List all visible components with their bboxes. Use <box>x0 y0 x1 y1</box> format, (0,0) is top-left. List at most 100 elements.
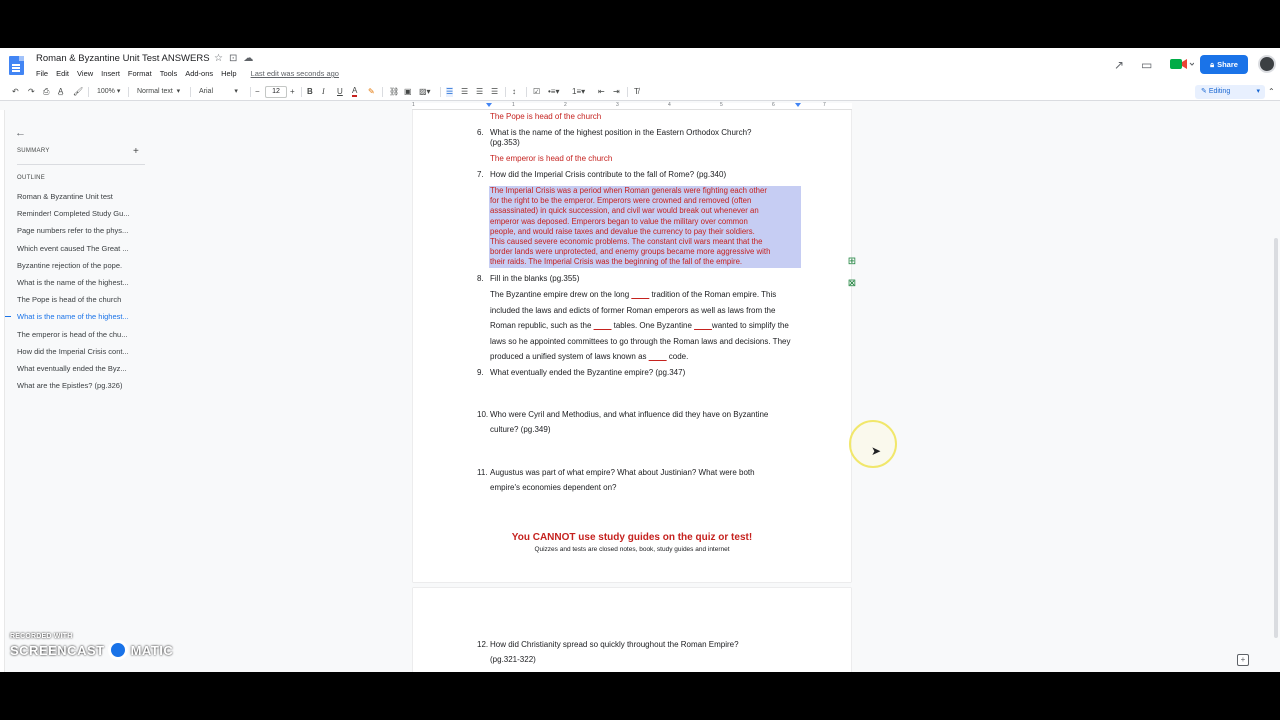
screencast-logo-icon <box>107 640 128 660</box>
outline-item[interactable]: What eventually ended the Byz... <box>17 364 141 373</box>
answer-line: The Imperial Crisis was a period when Ro… <box>490 186 767 195</box>
document-page[interactable]: The Pope is head of the church 6. What i… <box>413 110 851 582</box>
checklist-icon[interactable]: ☑ <box>533 87 540 97</box>
bold-icon[interactable]: B <box>307 87 313 97</box>
q8-number: 8. <box>477 274 484 283</box>
suggest-edits-icon[interactable]: ⊠ <box>846 278 858 290</box>
text-color-icon[interactable]: A <box>352 87 358 97</box>
title-icons: ☆ ⊡ ☁ <box>214 53 253 64</box>
answer-line: border lands were unprotected, and enemy… <box>490 247 771 257</box>
font-size-increase-icon[interactable]: + <box>290 87 295 97</box>
align-center-icon[interactable]: ☰ <box>461 87 468 97</box>
q7-answer-selected[interactable]: The Imperial Crisis was a period when Ro… <box>489 186 801 268</box>
q8-text: Fill in the blanks (pg.355) <box>490 274 580 283</box>
italic-icon[interactable]: I <box>322 87 325 97</box>
star-icon[interactable]: ☆ <box>214 53 223 64</box>
undo-icon[interactable]: ↶ <box>12 87 19 97</box>
menu-tools[interactable]: Tools <box>160 69 182 78</box>
menu-view[interactable]: View <box>77 69 97 78</box>
outline-item[interactable]: Reminder! Completed Study Gu... <box>17 209 141 218</box>
align-right-icon[interactable]: ☰ <box>476 87 483 97</box>
outline-item[interactable]: Page numbers refer to the phys... <box>17 226 141 235</box>
add-summary-icon[interactable]: + <box>133 146 139 157</box>
menu-insert[interactable]: Insert <box>101 69 124 78</box>
left-indent-marker[interactable] <box>486 103 492 107</box>
q11-line1: Augustus was part of what empire? What a… <box>490 468 755 477</box>
outline-item[interactable]: The Pope is head of the church <box>17 295 141 304</box>
menu-file[interactable]: File <box>36 69 52 78</box>
menu-help[interactable]: Help <box>221 69 240 78</box>
close-outline-icon[interactable]: ← <box>15 127 26 139</box>
align-left-icon[interactable]: ☰ <box>446 87 454 97</box>
active-outline-indicator <box>5 316 11 318</box>
font-size-input[interactable]: 12 <box>265 86 287 98</box>
warning-title: You CANNOT use study guides on the quiz … <box>511 532 753 543</box>
outline-item[interactable]: The emperor is head of the chu... <box>17 330 141 339</box>
outline-item[interactable]: Roman & Byzantine Unit test <box>17 192 141 201</box>
docs-logo-icon[interactable] <box>9 56 24 75</box>
divider <box>17 164 145 165</box>
ruler[interactable]: 1 1 2 3 4 5 6 7 <box>412 102 852 110</box>
spellcheck-icon[interactable]: A̲ <box>58 87 63 97</box>
menu-addons[interactable]: Add-ons <box>185 69 217 78</box>
bulleted-list-icon[interactable]: •≡▾ <box>548 87 559 97</box>
style-select[interactable]: Normal text ▾ <box>137 87 180 97</box>
share-button[interactable]: 🔒︎ Share <box>1200 55 1248 74</box>
q6-line1: What is the name of the highest position… <box>490 128 752 137</box>
q12-number: 12. <box>477 640 489 649</box>
outline-item[interactable]: What is the name of the highest... <box>17 278 141 287</box>
justify-icon[interactable]: ☰ <box>491 87 498 97</box>
q12-line2: (pg.321-322) <box>490 655 536 664</box>
docs-window: Roman & Byzantine Unit Test ANSWERS ☆ ⊡ … <box>0 48 1280 672</box>
decrease-indent-icon[interactable]: ⇤ <box>598 87 605 97</box>
add-comment-float-icon[interactable]: ⊞ <box>846 256 858 268</box>
insert-image-icon[interactable]: ▨▾ <box>419 87 431 97</box>
line-spacing-icon[interactable]: ↕ <box>512 87 516 97</box>
document-page[interactable]: 12. How did Christianity spread so quick… <box>413 588 851 672</box>
comments-icon[interactable]: ▭ <box>1141 58 1152 72</box>
menu-edit[interactable]: Edit <box>56 69 73 78</box>
meet-icon[interactable] <box>1168 56 1194 72</box>
answer-line: emperor was deposed. Emperors began to v… <box>490 216 748 226</box>
warning-subtitle: Quizzes and tests are closed notes, book… <box>534 546 730 553</box>
last-edit-link[interactable]: Last edit was seconds ago <box>251 69 343 78</box>
numbered-list-icon[interactable]: 1≡▾ <box>572 87 585 97</box>
print-icon[interactable]: ⎙ <box>43 87 49 97</box>
link-icon[interactable]: ⛓︎ <box>389 87 399 97</box>
activity-trend-icon[interactable]: ↗ <box>1114 58 1124 72</box>
clear-formatting-icon[interactable]: T̸ <box>634 87 639 97</box>
answer-line: This caused severe economic problems. Th… <box>490 237 763 247</box>
font-size-decrease-icon[interactable]: − <box>255 87 260 97</box>
outline-item[interactable]: What is the name of the highest... <box>17 312 141 321</box>
outline-item[interactable]: Which event caused The Great ... <box>17 244 141 253</box>
zoom-select[interactable]: 100% ▾ <box>97 87 120 97</box>
scrollbar-thumb[interactable] <box>1274 238 1278 638</box>
mouse-cursor-icon: ➤ <box>871 444 882 458</box>
q7-number: 7. <box>477 170 484 179</box>
cloud-status-icon[interactable]: ☁ <box>243 53 253 64</box>
outline-item[interactable]: What are the Epistles? (pg.326) <box>17 381 141 390</box>
font-select[interactable]: Arial ▾ <box>199 87 238 97</box>
q10-number: 10. <box>477 410 489 419</box>
paint-format-icon[interactable]: 🖌︎ <box>73 87 83 97</box>
document-title[interactable]: Roman & Byzantine Unit Test ANSWERS <box>36 53 210 64</box>
hide-menus-icon[interactable]: ⌃ <box>1268 87 1275 97</box>
increase-indent-icon[interactable]: ⇥ <box>613 87 620 97</box>
editing-mode-select[interactable]: ✎ Editing ▾ <box>1195 85 1265 99</box>
avatar[interactable] <box>1258 55 1276 73</box>
answer-line: assassinated) in quick succession, and c… <box>490 206 759 216</box>
underline-icon[interactable]: U <box>337 87 343 97</box>
lock-icon: 🔒︎ <box>1210 59 1215 69</box>
menu-bar: File Edit View Insert Format Tools Add-o… <box>36 69 347 78</box>
highlight-color-icon[interactable]: ✎ <box>368 87 375 97</box>
docs-header: Roman & Byzantine Unit Test ANSWERS ☆ ⊡ … <box>0 48 1280 84</box>
outline-item[interactable]: How did the Imperial Crisis cont... <box>17 347 141 356</box>
q6-line2: (pg.353) <box>490 138 520 147</box>
move-folder-icon[interactable]: ⊡ <box>229 53 237 64</box>
menu-format[interactable]: Format <box>128 69 156 78</box>
right-indent-marker[interactable] <box>795 103 801 107</box>
add-comment-icon[interactable]: ▣ <box>404 87 412 97</box>
outline-item[interactable]: Byzantine rejection of the pope. <box>17 261 141 270</box>
redo-icon[interactable]: ↷ <box>28 87 35 97</box>
explore-icon[interactable]: + <box>1237 654 1249 666</box>
